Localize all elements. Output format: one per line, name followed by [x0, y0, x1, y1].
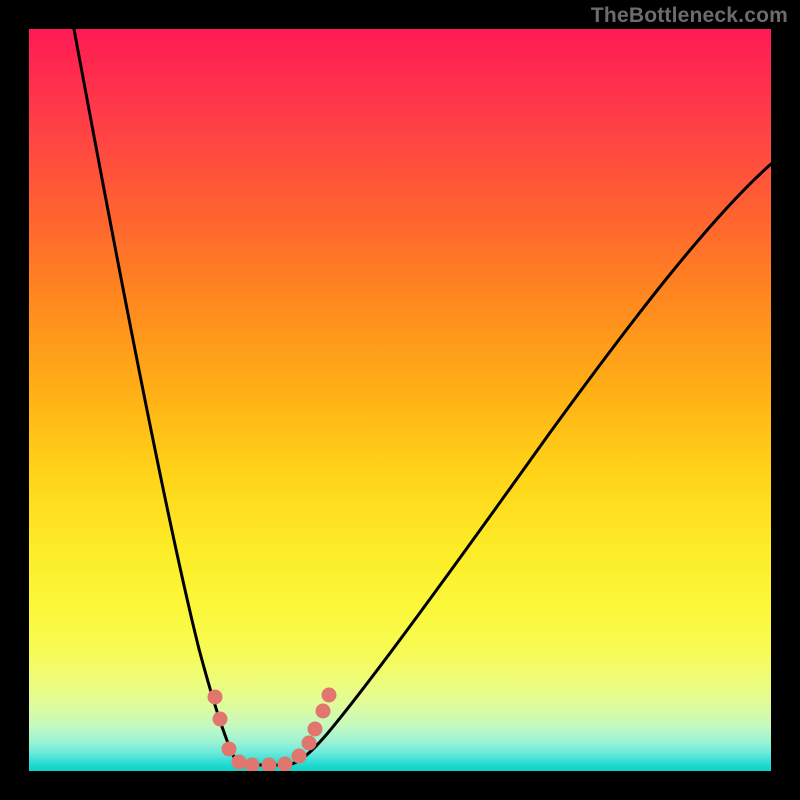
- watermark-text: TheBottleneck.com: [591, 4, 788, 28]
- marker-dot: [213, 712, 228, 727]
- marker-dot: [278, 757, 293, 772]
- marker-dot: [308, 722, 323, 737]
- marker-dot: [322, 688, 337, 703]
- marker-dot: [208, 690, 223, 705]
- chart-frame: TheBottleneck.com: [0, 0, 800, 800]
- marker-dot: [245, 758, 260, 772]
- marker-cluster: [208, 688, 337, 772]
- marker-dot: [302, 736, 317, 751]
- marker-dot: [232, 755, 247, 770]
- marker-dot: [316, 704, 331, 719]
- chart-svg: [29, 29, 771, 771]
- curve-right: [287, 164, 771, 765]
- chart-plot-area: [29, 29, 771, 771]
- marker-dot: [222, 742, 237, 757]
- marker-dot: [292, 749, 307, 764]
- marker-dot: [262, 758, 277, 772]
- curve-left: [74, 29, 245, 765]
